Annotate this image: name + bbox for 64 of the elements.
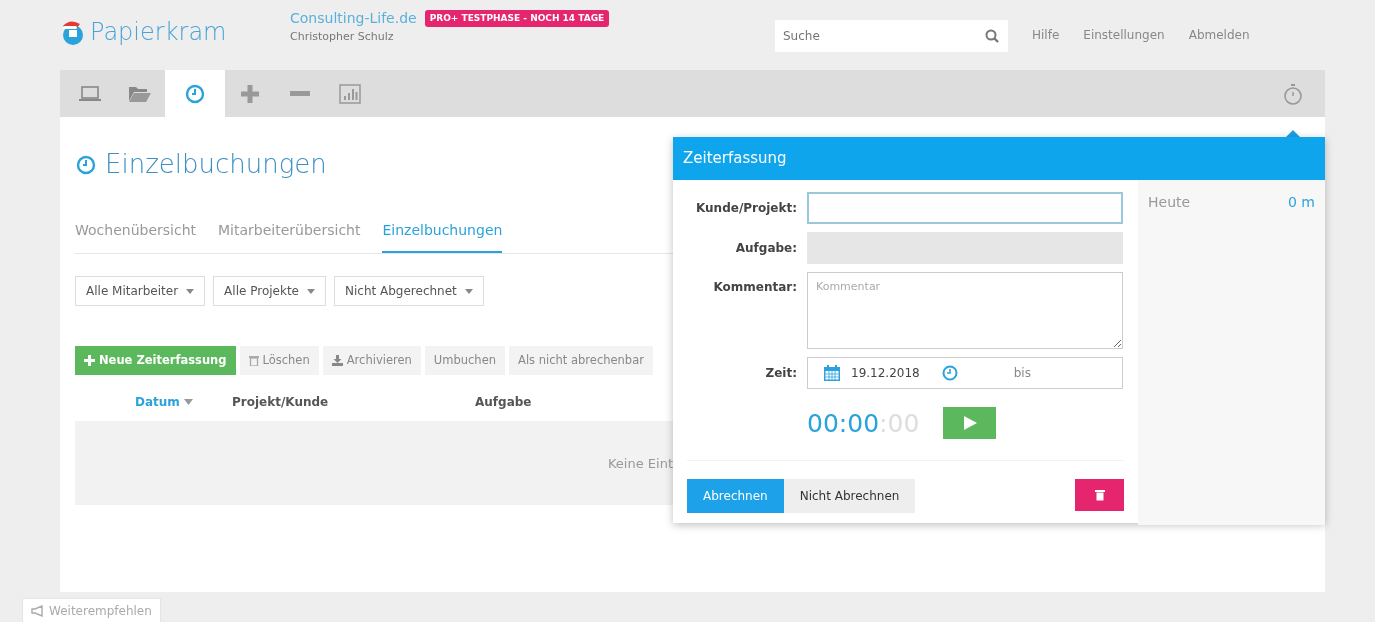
plus-icon bbox=[240, 83, 260, 104]
delete-button[interactable] bbox=[1075, 479, 1124, 511]
filter-dropdown[interactable]: Alle Mitarbeiter bbox=[75, 276, 206, 306]
search-field[interactable]: Suche bbox=[775, 20, 1008, 52]
popover-title: Zeiterfassung bbox=[673, 137, 1325, 180]
date-value: 19.12.2018 bbox=[851, 364, 920, 382]
filter-dropdown[interactable]: Nicht Abgerechnet bbox=[334, 276, 484, 306]
trial-badge: PRO+ TESTPHASE - NOCH 14 TAGE bbox=[424, 9, 610, 28]
caret-icon bbox=[307, 288, 315, 294]
action-button[interactable]: Umbuchen bbox=[424, 346, 505, 376]
folder-icon bbox=[128, 84, 152, 103]
logo-text: Papierkram bbox=[90, 17, 227, 48]
download-icon bbox=[331, 355, 343, 367]
minus-icon bbox=[289, 89, 311, 98]
clock-icon bbox=[185, 83, 205, 104]
view-tab[interactable]: Wochenübersicht bbox=[75, 210, 197, 253]
until-label: bis bbox=[1013, 364, 1031, 382]
laptop-icon bbox=[78, 85, 102, 102]
plus-icon bbox=[84, 355, 95, 367]
play-icon bbox=[962, 416, 977, 431]
start-timer-button[interactable] bbox=[943, 407, 997, 440]
bar-chart-icon bbox=[339, 83, 361, 104]
billing-toggle[interactable]: Nicht Abrechnen bbox=[783, 479, 916, 513]
field-label: Kommentar: bbox=[712, 278, 798, 296]
caret-icon bbox=[186, 288, 195, 294]
stopwatch-icon[interactable] bbox=[1283, 82, 1303, 105]
nav-link[interactable]: Einstellungen bbox=[1083, 26, 1165, 44]
today-value: 0 m bbox=[1288, 192, 1315, 212]
comment-field[interactable]: Kommentar bbox=[807, 271, 1123, 349]
logo-icon bbox=[60, 18, 86, 46]
field-label: Aufgabe: bbox=[734, 239, 798, 257]
action-button[interactable]: Neue Zeiterfassung bbox=[75, 346, 236, 376]
column-header[interactable]: Projekt/Kunde bbox=[232, 393, 329, 412]
billing-toggle[interactable]: Abrechnen bbox=[687, 479, 784, 513]
trash-icon bbox=[1094, 489, 1105, 501]
filter-dropdown[interactable]: Alle Projekte bbox=[213, 276, 326, 306]
column-header[interactable]: Datum bbox=[135, 393, 180, 412]
caret-icon bbox=[464, 288, 473, 294]
toolbar-tab[interactable] bbox=[165, 70, 225, 117]
customer-project-field[interactable] bbox=[807, 191, 1123, 224]
action-button[interactable]: Archivieren bbox=[322, 346, 421, 376]
page-title: Einzelbuchungen bbox=[105, 148, 327, 181]
calendar-icon[interactable] bbox=[823, 363, 841, 382]
action-button[interactable]: Löschen bbox=[239, 346, 319, 376]
megaphone-icon bbox=[31, 605, 45, 617]
nav-link[interactable]: Hilfe bbox=[1032, 26, 1060, 44]
trash-icon bbox=[248, 355, 259, 367]
empty-message: Keine Eint bbox=[607, 454, 673, 473]
nav-link[interactable]: Abmelden bbox=[1188, 26, 1250, 44]
view-tab[interactable]: Mitarbeiterübersicht bbox=[218, 210, 361, 253]
clock-icon bbox=[75, 153, 97, 176]
column-header[interactable]: Aufgabe bbox=[475, 393, 532, 412]
recommend-button[interactable]: Weiterempfehlen bbox=[22, 598, 161, 622]
today-label: Heute bbox=[1148, 192, 1191, 212]
time-field[interactable]: 19.12.2018 bis bbox=[807, 356, 1123, 389]
view-tab[interactable]: Einzelbuchungen bbox=[382, 210, 503, 253]
search-icon[interactable] bbox=[985, 29, 999, 43]
user-name: Christopher Schulz bbox=[290, 29, 395, 45]
action-button[interactable]: Als nicht abrechenbar bbox=[509, 346, 653, 376]
field-label: Kunde/Projekt: bbox=[695, 199, 798, 217]
clock-icon[interactable] bbox=[941, 364, 958, 381]
company-name[interactable]: Consulting-Life.de bbox=[290, 8, 417, 29]
field-label: Zeit: bbox=[764, 364, 798, 382]
sort-icon[interactable] bbox=[183, 399, 193, 406]
